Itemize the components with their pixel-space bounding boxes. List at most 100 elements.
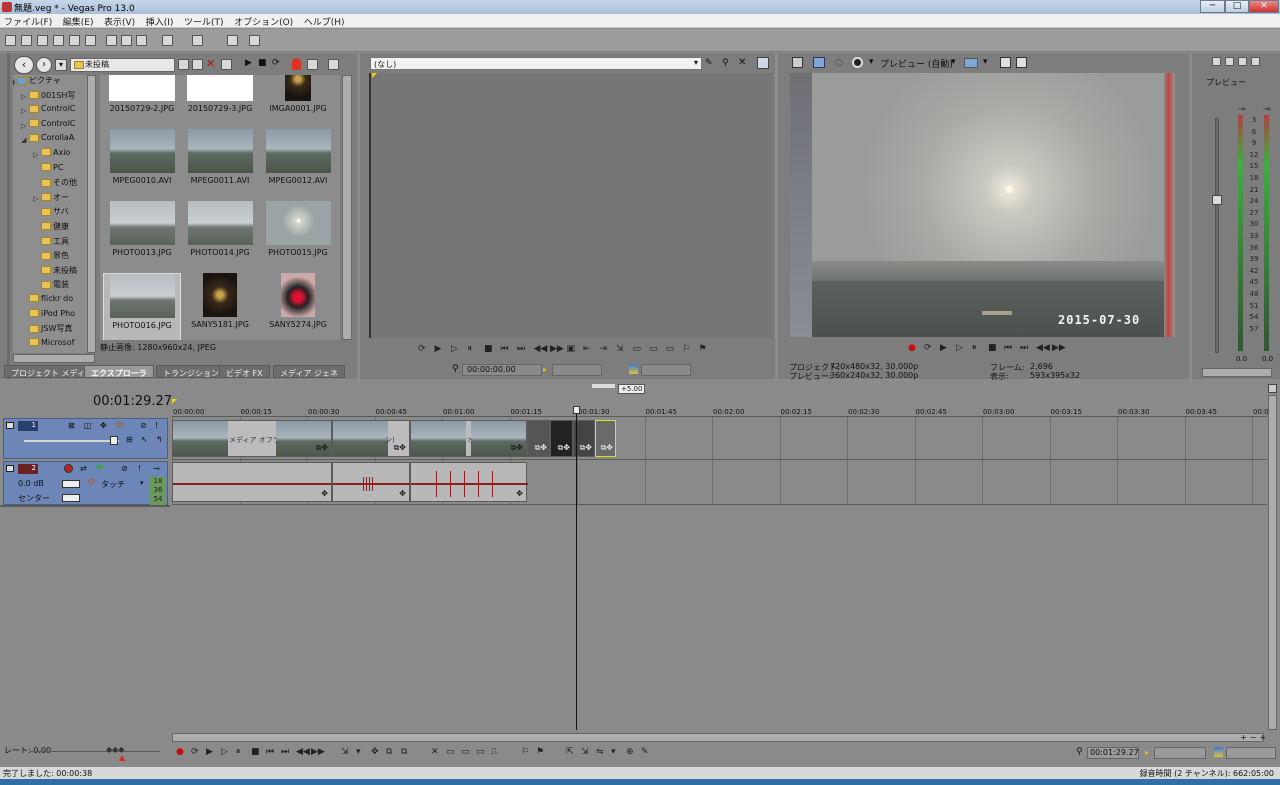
trimmer-in-field[interactable] xyxy=(552,364,602,376)
event-fx-icon[interactable]: ✥ xyxy=(399,489,406,498)
tree-item[interactable]: JSW写真 xyxy=(13,323,95,338)
whats-this-icon[interactable] xyxy=(249,35,260,46)
file-thumbnail[interactable]: MPEG0011.AVI xyxy=(181,129,259,185)
file-thumbnail[interactable]: 20150729-3.JPG xyxy=(181,75,259,113)
search-icon[interactable] xyxy=(307,59,318,70)
compositing-icon[interactable]: ✥ xyxy=(100,421,107,430)
gear-icon[interactable]: ⚙ xyxy=(115,420,124,431)
video-clip[interactable]: オ ⧉✥ xyxy=(410,420,527,457)
auto-crossfade-icon[interactable]: ⇲ xyxy=(581,747,589,757)
mute-icon[interactable]: ⊘ xyxy=(140,421,147,430)
trim-start-icon[interactable]: ⇤ xyxy=(583,344,591,354)
expand-icon[interactable]: ▷ xyxy=(33,195,38,203)
record-icon[interactable]: ● xyxy=(176,747,184,757)
forward-button[interactable]: › xyxy=(36,57,52,73)
properties-icon[interactable] xyxy=(85,35,96,46)
tab-media-generators[interactable]: メディア ジェネ xyxy=(273,365,345,378)
split-icon[interactable]: ⎍ xyxy=(491,747,497,757)
delete-icon[interactable]: ✕ xyxy=(431,747,439,757)
trim-end-icon[interactable]: ⇥ xyxy=(600,344,608,354)
file-thumbnail[interactable]: 20150729-2.JPG xyxy=(103,75,181,113)
trimmer-flag-icon[interactable]: ⚲ xyxy=(722,58,729,68)
tree-item[interactable]: ▷ ControlC xyxy=(13,104,95,119)
views-icon[interactable] xyxy=(328,59,339,70)
undo-icon[interactable] xyxy=(162,35,173,46)
envelope-tool-icon[interactable]: ✥ xyxy=(371,747,379,757)
menu-file[interactable]: ファイル(F) xyxy=(0,14,56,29)
expand-icon[interactable]: ▷ xyxy=(33,151,38,159)
play-icon[interactable]: ▷ xyxy=(956,343,963,353)
video-clip[interactable]: ン) ⧉✥ xyxy=(332,420,410,457)
menu-tools[interactable]: ツール(T) xyxy=(180,14,228,29)
menu-help[interactable]: ヘルプ(H) xyxy=(300,14,349,29)
tree-item[interactable]: 未投稿 xyxy=(13,265,95,280)
tree-item[interactable]: 電装 xyxy=(13,279,95,294)
collapse-icon[interactable] xyxy=(6,422,14,429)
trimmer-length-field[interactable] xyxy=(641,364,691,376)
stop-icon[interactable]: ■ xyxy=(988,343,997,353)
close-button[interactable]: ✕ xyxy=(1249,0,1279,13)
previous-frame-icon[interactable]: ◀◀ xyxy=(534,344,548,354)
enable-snapping-icon[interactable] xyxy=(227,35,238,46)
maximize-button[interactable]: □ xyxy=(1225,0,1249,13)
copy-snapshot-icon[interactable] xyxy=(1000,57,1011,68)
insert-icon[interactable]: ▭ xyxy=(649,344,658,354)
fader-handle[interactable] xyxy=(1212,195,1222,205)
up-folder-icon[interactable] xyxy=(178,59,189,70)
minimize-button[interactable]: ─ xyxy=(1200,0,1225,13)
auto-ripple-icon[interactable]: ⇋ xyxy=(596,747,604,757)
expand-icon[interactable]: ◢ xyxy=(21,136,26,144)
file-thumbnail[interactable]: SANY5274.JPG xyxy=(259,273,337,329)
go-to-end-icon[interactable]: ⏭ xyxy=(517,344,525,354)
automation-mode[interactable]: タッチ xyxy=(101,479,125,490)
meter-mute-icon[interactable] xyxy=(1225,57,1234,66)
tree-item[interactable]: ▷ ControlC xyxy=(13,119,95,134)
opacity-handle[interactable] xyxy=(110,436,118,445)
solo-icon[interactable]: ! xyxy=(138,464,141,473)
zoom-tool-icon[interactable]: ⧉ xyxy=(401,747,407,757)
pause-icon[interactable]: ⏸ xyxy=(236,747,241,757)
play-from-start-icon[interactable]: ▶ xyxy=(435,344,442,354)
tree-item[interactable]: PC xyxy=(13,163,95,178)
get-media-icon[interactable] xyxy=(292,58,301,70)
cut-icon[interactable] xyxy=(106,35,117,46)
save-as-icon[interactable] xyxy=(53,35,64,46)
track-motion-icon[interactable]: ⊠ xyxy=(68,421,75,430)
selection-start-field[interactable] xyxy=(1154,747,1206,759)
video-clip-selected[interactable]: ⧉✥ xyxy=(595,420,616,457)
explorer-grip[interactable] xyxy=(7,53,10,379)
external-monitor-icon[interactable] xyxy=(813,57,825,68)
track-fx-icon[interactable]: ◫ xyxy=(84,421,92,430)
composite-child-icon[interactable]: ↖ xyxy=(141,435,148,444)
menu-options[interactable]: オプション(O) xyxy=(230,14,297,29)
tree-item[interactable]: Microsof xyxy=(13,338,95,353)
expand-icon[interactable]: ▷ xyxy=(21,93,26,101)
tree-item[interactable]: その他 xyxy=(13,177,95,192)
playhead[interactable] xyxy=(576,407,577,730)
track-fx-icon[interactable]: ✚ xyxy=(96,463,104,473)
file-thumbnail[interactable]: PHOTO015.JPG xyxy=(259,201,337,257)
tree-item[interactable]: ▷ Axio xyxy=(13,148,95,163)
timeline-v-scrollbar[interactable] xyxy=(1268,395,1277,730)
tree-item[interactable]: iPod Pho xyxy=(13,309,95,324)
trim-end-icon[interactable]: ▭ xyxy=(476,747,485,757)
tab-video-fx[interactable]: ビデオ FX xyxy=(219,365,270,378)
select-region-icon[interactable]: ▣ xyxy=(567,344,576,354)
previous-frame-icon[interactable]: ◀◀ xyxy=(1036,343,1050,353)
file-thumbnail[interactable]: PHOTO014.JPG xyxy=(181,201,259,257)
go-to-end-icon[interactable]: ⏭ xyxy=(281,747,289,757)
split-screen-icon[interactable] xyxy=(852,57,863,68)
audio-track-header[interactable]: 2 ⇄ ✚ ⊘ ! ⊸ 0.0 dB ⚙ タッチ ▾ センター 18 36 54 xyxy=(3,461,168,505)
tab-transitions[interactable]: トランジション xyxy=(156,365,226,378)
record-arm-icon[interactable] xyxy=(64,464,73,473)
event-fx-icon[interactable]: ✥ xyxy=(321,489,328,498)
files-scrollbar[interactable] xyxy=(342,75,352,340)
selection-tool-icon[interactable]: ⧉ xyxy=(386,747,392,757)
meter-h-scrollbar[interactable] xyxy=(1202,368,1272,377)
event-fx-icon[interactable]: ⧉✥ xyxy=(535,443,547,453)
pause-icon[interactable]: ⏸ xyxy=(972,343,977,353)
rate-slider[interactable] xyxy=(30,751,160,752)
stop-icon[interactable]: ■ xyxy=(484,344,493,354)
region-icon[interactable]: ⚑ xyxy=(536,747,544,757)
copy-icon[interactable] xyxy=(121,35,132,46)
